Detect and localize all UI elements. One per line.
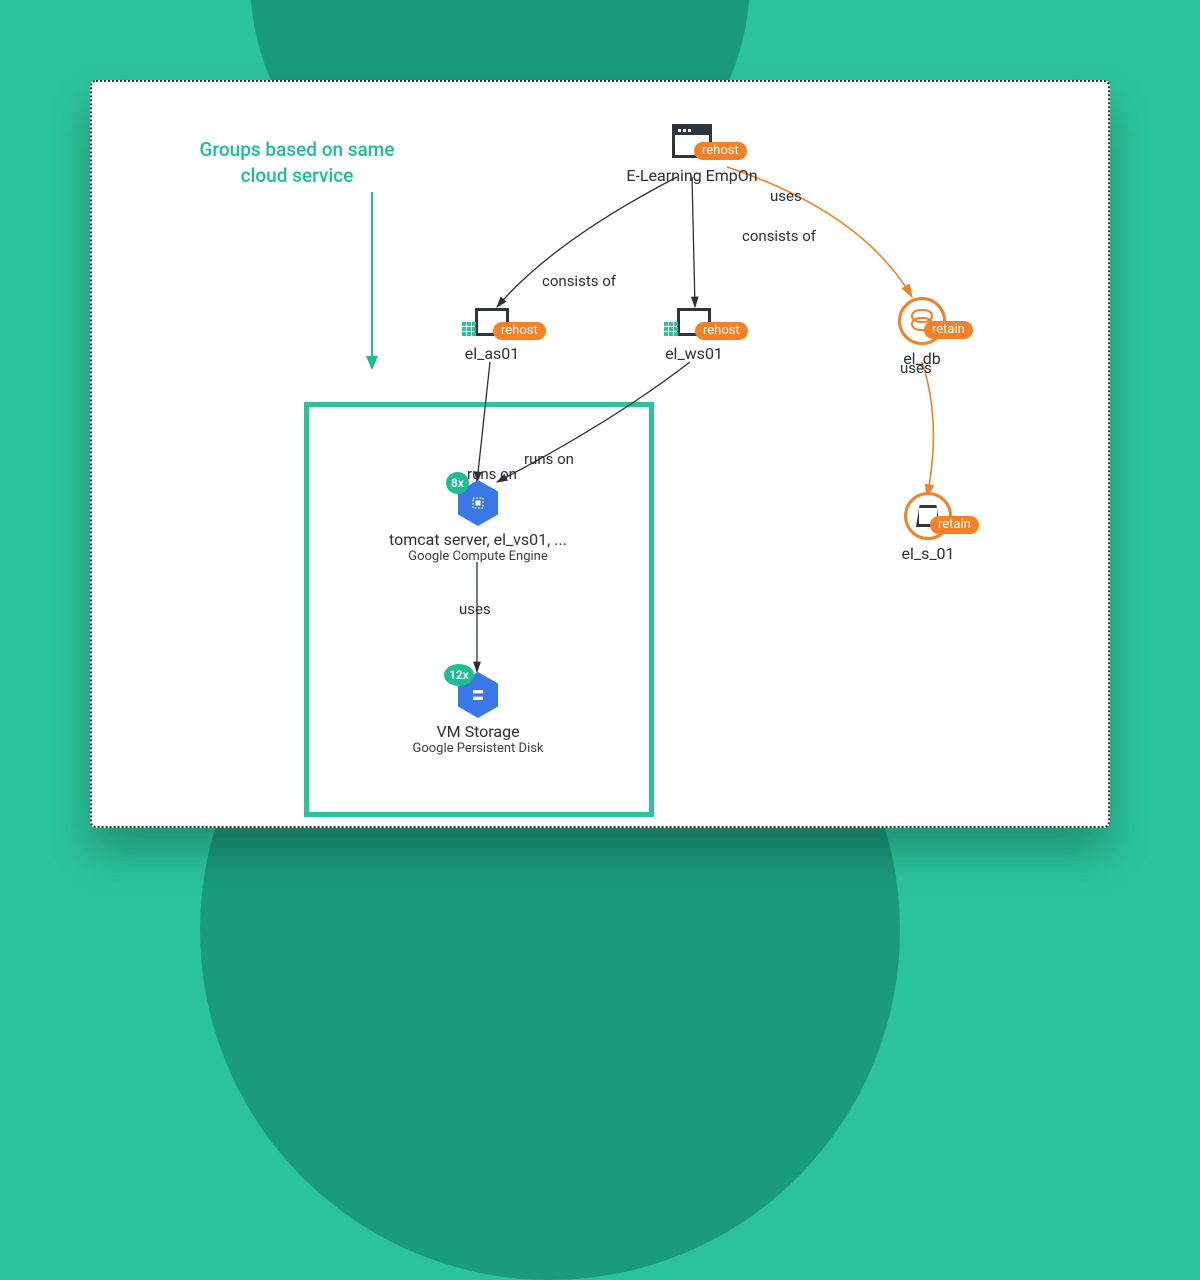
count-badge: 12x (444, 664, 474, 686)
action-badge-rehost: rehost (694, 142, 747, 160)
node-compute[interactable]: 8x tomcat server, el_vs01, ... Google Co… (378, 480, 578, 564)
edge-label-consists-2: consists of (742, 227, 816, 245)
node-compute-label: tomcat server, el_vs01, ... (378, 530, 578, 549)
node-el-ws01-label: el_ws01 (594, 344, 794, 363)
annotation-arrow-icon (362, 192, 382, 372)
edge-label-uses-root: uses (770, 187, 802, 205)
node-el-s-01[interactable]: retain el_s_01 (828, 492, 1028, 563)
node-el-db-label: el_db (822, 349, 1022, 368)
action-badge-retain: retain (924, 321, 973, 339)
edge-label-runs-on-2: runs on (524, 450, 574, 468)
node-el-as01-label: el_as01 (392, 344, 592, 363)
diagram-card: Groups based on same cloud service (90, 80, 1110, 828)
node-root[interactable]: rehost E-Learning EmpOn (592, 124, 792, 185)
node-el-db[interactable]: retain el_db (822, 297, 1022, 368)
node-el-ws01[interactable]: rehost el_ws01 (594, 308, 794, 363)
edge-label-consists-1: consists of (542, 272, 616, 290)
edge-label-uses-compute: uses (459, 600, 491, 618)
diagram-canvas: Groups based on same cloud service (92, 82, 1108, 826)
action-badge-rehost: rehost (695, 322, 748, 340)
node-compute-subtitle: Google Compute Engine (378, 549, 578, 564)
node-vm-storage-subtitle: Google Persistent Disk (378, 741, 578, 756)
node-vm-storage-label: VM Storage (378, 722, 578, 741)
action-badge-rehost: rehost (493, 322, 546, 340)
node-root-label: E-Learning EmpOn (592, 166, 792, 185)
group-annotation: Groups based on same cloud service (182, 137, 412, 188)
node-el-s-01-label: el_s_01 (828, 544, 1028, 563)
action-badge-retain: retain (930, 516, 979, 534)
count-badge: 8x (446, 472, 469, 494)
node-vm-storage[interactable]: 12x VM Storage Google Persistent Disk (378, 672, 578, 756)
node-el-as01[interactable]: rehost el_as01 (392, 308, 592, 363)
group-annotation-text: Groups based on same cloud service (199, 138, 394, 187)
